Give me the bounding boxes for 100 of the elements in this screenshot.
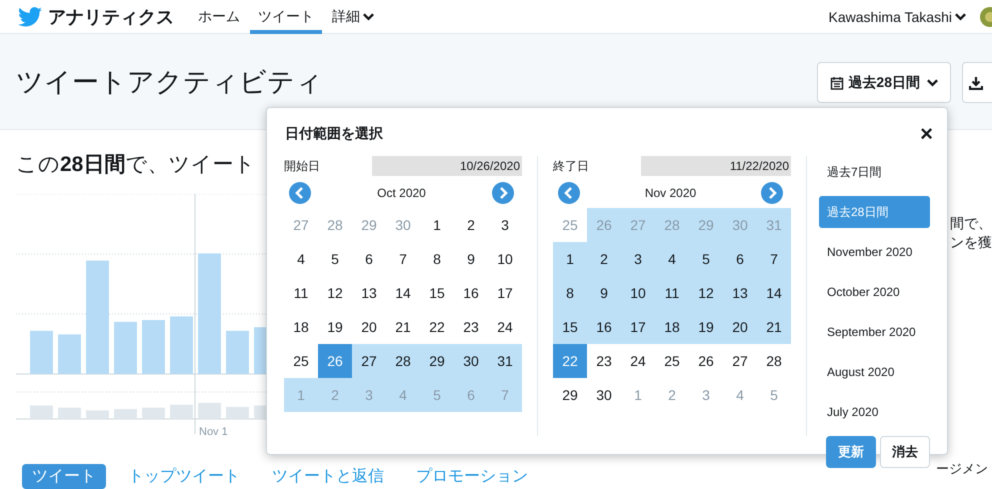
- calendar-day[interactable]: 6: [723, 242, 757, 276]
- calendar-day[interactable]: 8: [420, 242, 454, 276]
- calendar-day[interactable]: 29: [553, 378, 587, 412]
- chart-bar: [170, 316, 193, 374]
- download-button[interactable]: [962, 62, 992, 103]
- calendar-day[interactable]: 25: [655, 344, 689, 378]
- calendar-day[interactable]: 30: [587, 378, 621, 412]
- clear-button[interactable]: 消去: [880, 436, 930, 468]
- chart-bar: [30, 406, 53, 419]
- calendar-day[interactable]: 12: [689, 276, 723, 310]
- calendar-day[interactable]: 13: [352, 276, 386, 310]
- chart-bar: [30, 330, 53, 374]
- preset-option[interactable]: August 2020: [819, 356, 930, 388]
- calendar-day[interactable]: 7: [386, 242, 420, 276]
- field-label: 終了日: [553, 158, 589, 174]
- calendar-day[interactable]: 16: [587, 310, 621, 344]
- calendar-day[interactable]: 16: [454, 276, 488, 310]
- calendar-day[interactable]: 28: [757, 344, 791, 378]
- calendar-day[interactable]: 27: [352, 344, 386, 378]
- calendar-day[interactable]: 17: [621, 310, 655, 344]
- calendar-day[interactable]: 25: [284, 344, 318, 378]
- calendar-day[interactable]: 6: [352, 242, 386, 276]
- calendar-day[interactable]: 19: [318, 310, 352, 344]
- calendar-day[interactable]: 11: [284, 276, 318, 310]
- chevron-down-icon: [927, 78, 938, 86]
- calendar-day[interactable]: 18: [284, 310, 318, 344]
- preset-option[interactable]: October 2020: [819, 276, 930, 308]
- date-range-button[interactable]: 過去28日間: [817, 62, 951, 103]
- chart-bar: [142, 320, 165, 374]
- chart-bar: [58, 334, 81, 374]
- calendar-day[interactable]: 2: [587, 242, 621, 276]
- summary-text: 間で、: [950, 214, 992, 233]
- calendar-day[interactable]: 29: [420, 344, 454, 378]
- close-button[interactable]: ×: [920, 124, 933, 144]
- calendar-day[interactable]: 18: [655, 310, 689, 344]
- calendar-day[interactable]: 21: [386, 310, 420, 344]
- field-label: 開始日: [284, 158, 320, 174]
- user-menu[interactable]: Kawashima Takashi: [828, 8, 966, 24]
- calendar-day[interactable]: 13: [723, 276, 757, 310]
- bird-logo-icon: [18, 6, 42, 26]
- calendar-day[interactable]: 11: [655, 276, 689, 310]
- calendar-day[interactable]: 2: [454, 208, 488, 242]
- calendar-day[interactable]: 7: [757, 242, 791, 276]
- chart-bar: [58, 408, 81, 419]
- download-icon: [969, 76, 983, 90]
- popup-title: 日付範囲を選択: [285, 125, 383, 143]
- chart-bar: [114, 409, 137, 419]
- calendar-day[interactable]: 14: [757, 276, 791, 310]
- calendar-day[interactable]: 12: [318, 276, 352, 310]
- chart-bar: [142, 408, 165, 419]
- calendar-day[interactable]: 5: [689, 242, 723, 276]
- summary-text: ンを獲: [950, 233, 992, 252]
- calendar-day[interactable]: 9: [454, 242, 488, 276]
- calendar-day[interactable]: 15: [553, 310, 587, 344]
- calendar-day[interactable]: 17: [488, 276, 522, 310]
- calendar-day[interactable]: 1: [553, 242, 587, 276]
- calendar-day[interactable]: 31: [488, 344, 522, 378]
- preset-option[interactable]: September 2020: [819, 316, 930, 348]
- preset-option[interactable]: November 2020: [819, 236, 930, 268]
- calendar-day[interactable]: 27: [723, 344, 757, 378]
- calendar-day[interactable]: 20: [723, 310, 757, 344]
- page-title: ツイートアクティビティ: [16, 66, 324, 99]
- calendar-day[interactable]: 10: [488, 242, 522, 276]
- calendar-day[interactable]: 15: [420, 276, 454, 310]
- calendar-day[interactable]: 14: [386, 276, 420, 310]
- nav-tab[interactable]: 詳細: [324, 0, 382, 34]
- calendar-day[interactable]: 1: [420, 208, 454, 242]
- date-input[interactable]: 11/22/2020: [641, 156, 791, 176]
- calendar-day[interactable]: 20: [352, 310, 386, 344]
- chevron-down-icon: [955, 12, 966, 20]
- calendar-day[interactable]: 30: [454, 344, 488, 378]
- calendar-day[interactable]: 21: [757, 310, 791, 344]
- preset-option[interactable]: 過去7日間: [819, 156, 930, 188]
- calendar-day[interactable]: 8: [553, 276, 587, 310]
- axis-label: Nov 1: [199, 426, 228, 438]
- calendar-day[interactable]: 10: [621, 276, 655, 310]
- summary-text: この28日間で、ツイート: [16, 152, 256, 178]
- calendar-day[interactable]: 22: [420, 310, 454, 344]
- calendar-day[interactable]: 26: [689, 344, 723, 378]
- nav-tab[interactable]: ホーム: [190, 0, 248, 34]
- date-input[interactable]: 10/26/2020: [372, 156, 522, 176]
- calendar-day[interactable]: 5: [318, 242, 352, 276]
- calendar-day[interactable]: 4: [284, 242, 318, 276]
- calendar-day[interactable]: 28: [386, 344, 420, 378]
- chart-bar: [226, 330, 249, 374]
- preset-option[interactable]: July 2020: [819, 396, 930, 428]
- calendar-day[interactable]: 9: [587, 276, 621, 310]
- chart-bar: [198, 402, 221, 419]
- calendar-day[interactable]: 24: [621, 344, 655, 378]
- chart-bar: [170, 404, 193, 419]
- calendar-day[interactable]: 24: [488, 310, 522, 344]
- month-label: Oct 2020: [377, 186, 426, 200]
- calendar-day[interactable]: 3: [488, 208, 522, 242]
- calendar-day[interactable]: 3: [621, 242, 655, 276]
- chart-bar: [226, 406, 249, 419]
- chart-bar: [114, 322, 137, 374]
- calendar-day[interactable]: 19: [689, 310, 723, 344]
- calendar-day[interactable]: 23: [587, 344, 621, 378]
- calendar-day[interactable]: 4: [655, 242, 689, 276]
- calendar-day[interactable]: 23: [454, 310, 488, 344]
